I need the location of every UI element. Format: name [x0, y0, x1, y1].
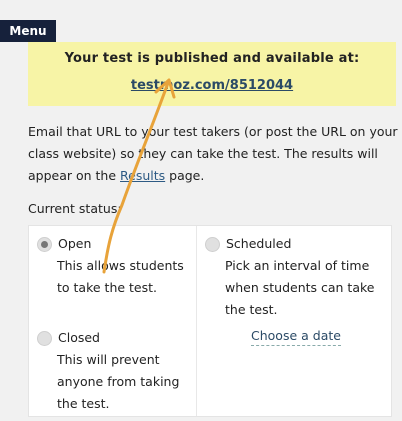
divider	[196, 226, 197, 416]
status-option-desc: This will prevent anyone from taking the…	[57, 352, 180, 411]
test-url-link[interactable]: testmoz.com/8512044	[131, 78, 293, 93]
status-option-desc: This allows students to take the test.	[57, 258, 184, 295]
radio-closed[interactable]	[37, 330, 52, 346]
status-option-label: Closed	[58, 330, 100, 345]
status-option-label: Scheduled	[226, 236, 292, 251]
published-message: Your test is published and available at:	[64, 51, 360, 66]
info-text: Email that URL to your test takers (or p…	[28, 124, 398, 183]
info-text-end: page.	[165, 168, 205, 183]
status-option-scheduled[interactable]: Scheduled Pick an interval of time when …	[205, 233, 385, 321]
published-banner: Your test is published and available at:…	[28, 42, 396, 106]
status-option-open[interactable]: Open This allows students to take the te…	[37, 233, 187, 299]
choose-date-link[interactable]: Choose a date	[251, 327, 341, 346]
current-status-label: Current status:	[28, 201, 122, 216]
status-option-label: Open	[58, 236, 92, 251]
radio-open[interactable]	[37, 236, 52, 252]
status-option-desc: Pick an interval of time when students c…	[225, 258, 375, 317]
status-option-closed[interactable]: Closed This will prevent anyone from tak…	[37, 327, 187, 415]
radio-scheduled[interactable]	[205, 236, 220, 252]
results-link[interactable]: Results	[120, 168, 165, 183]
status-options: Open This allows students to take the te…	[28, 225, 392, 417]
info-paragraph: Email that URL to your test takers (or p…	[28, 121, 400, 187]
menu-button[interactable]: Menu	[0, 20, 56, 42]
